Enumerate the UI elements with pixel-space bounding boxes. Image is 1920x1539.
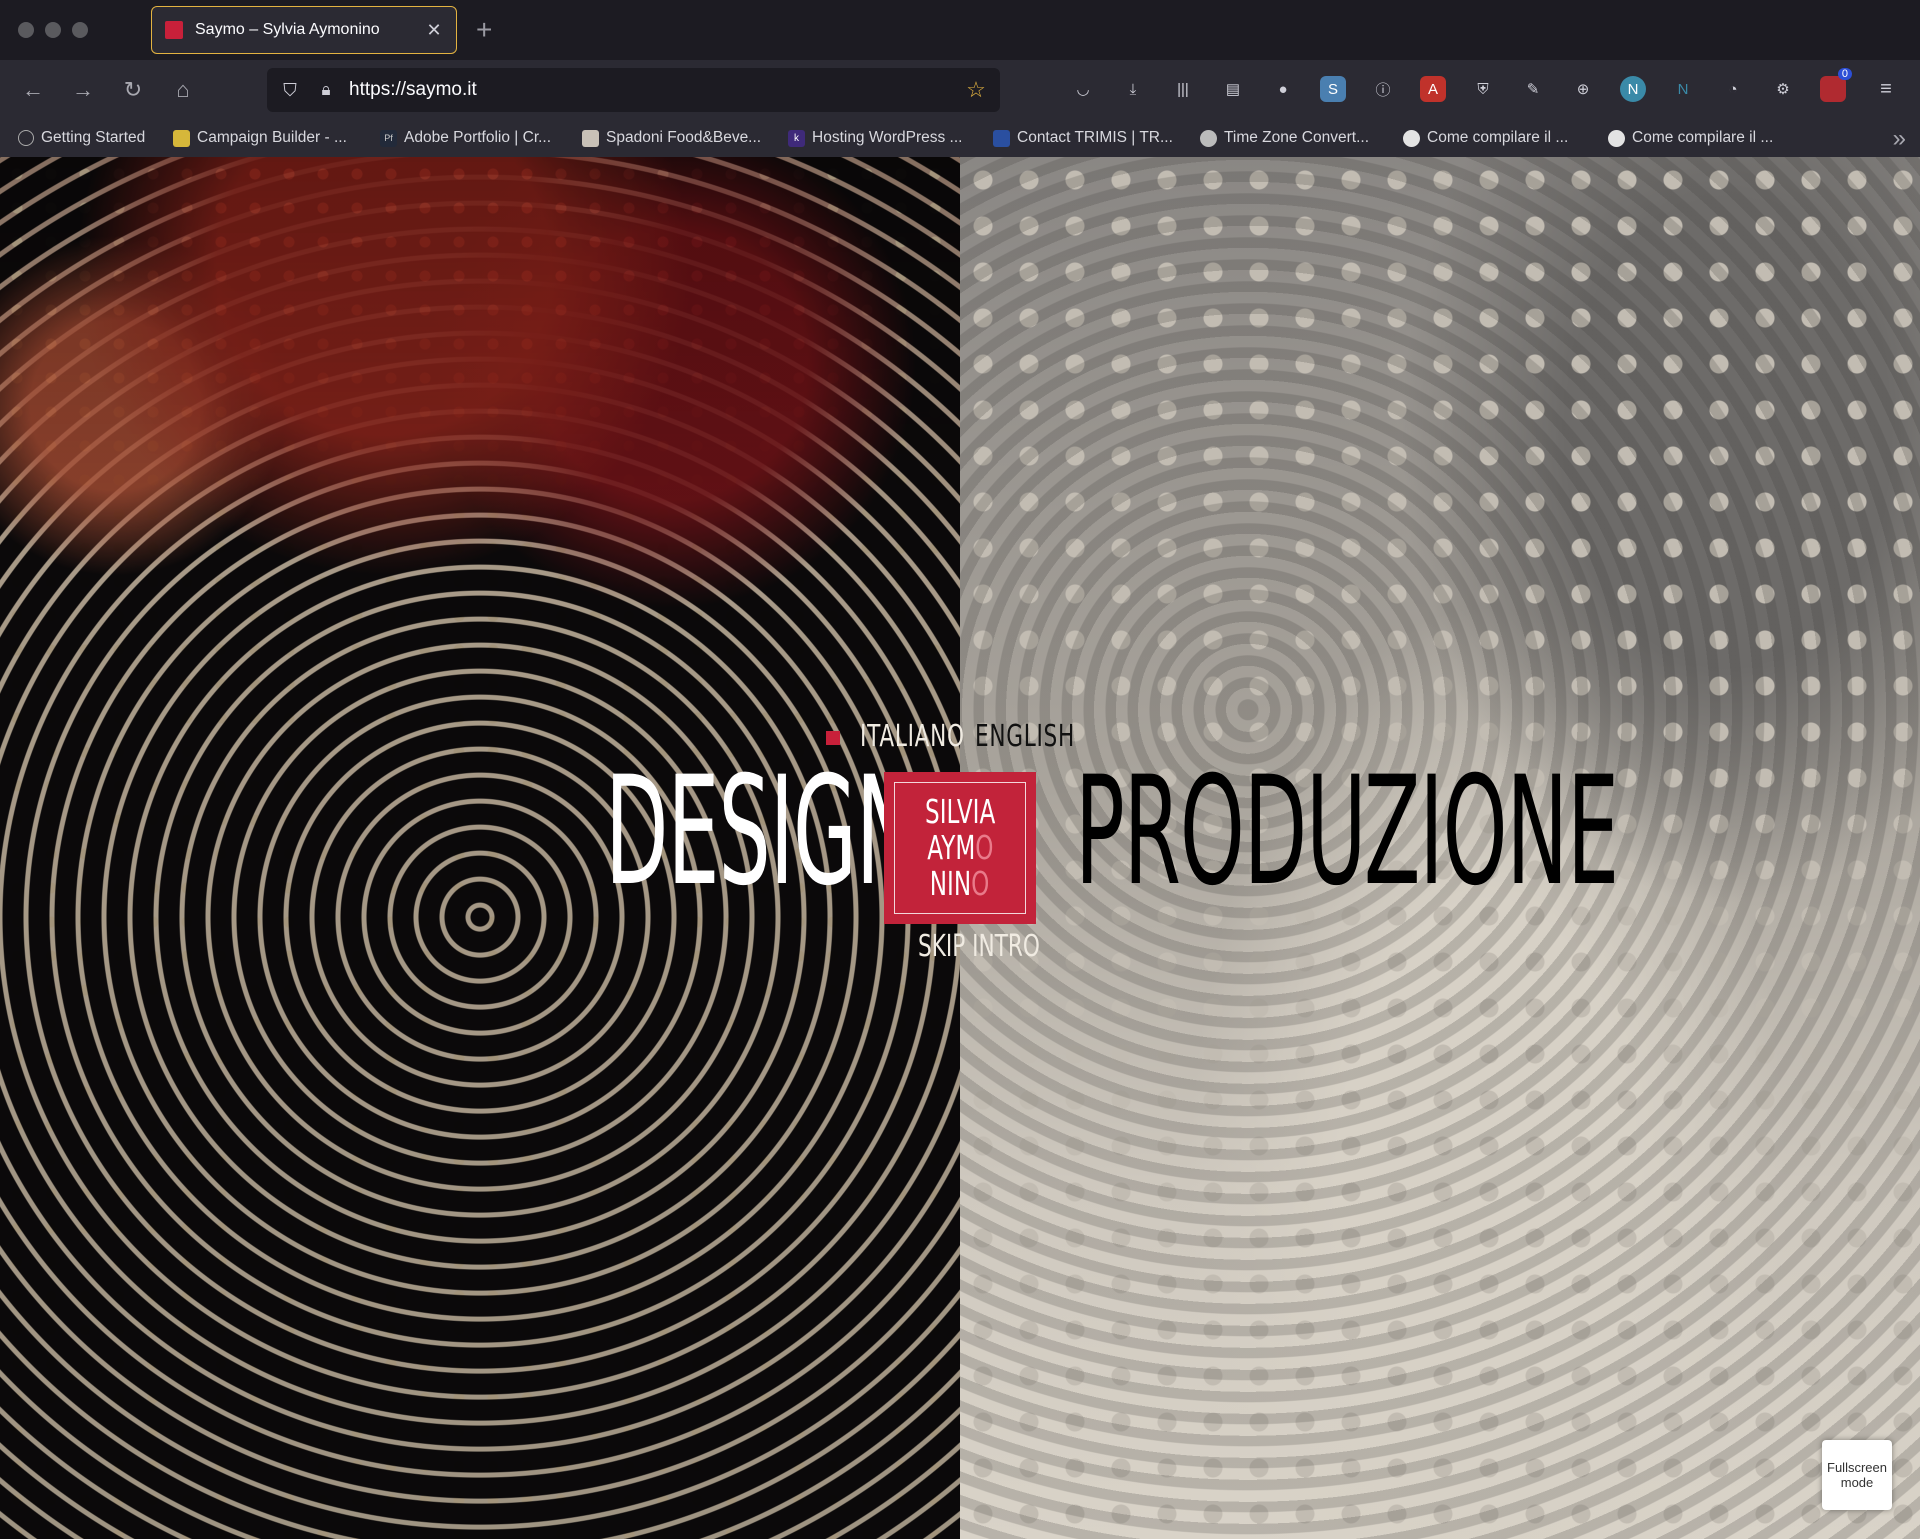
logo-line-1: SILVIA (924, 792, 996, 831)
extension-gear-icon[interactable]: ⚙ (1770, 76, 1796, 102)
saymo-favicon-icon (165, 21, 183, 39)
adobe-portfolio-favicon-icon: Pf (380, 129, 397, 147)
extension-s-icon[interactable]: S (1320, 76, 1346, 102)
reload-icon[interactable]: ↻ (117, 74, 149, 106)
extension-ublock-icon[interactable]: ⛨ (1470, 76, 1496, 102)
design-link[interactable]: DESIGN (605, 757, 918, 907)
tracking-shield-icon[interactable]: ⛉ (279, 79, 301, 101)
browser-tab-active[interactable]: Saymo – Sylvia Aymonino ✕ (151, 6, 457, 54)
minimize-window-button[interactable] (45, 22, 61, 38)
close-window-button[interactable] (18, 22, 34, 38)
home-icon[interactable]: ⌂ (167, 74, 199, 106)
bookmarks-bar: Getting Started Campaign Builder - ... P… (0, 120, 1920, 158)
extension-info-icon[interactable]: ⓘ (1370, 76, 1396, 102)
logo-frame: SILVIA AYMO NINO (894, 782, 1026, 914)
bookmark-item[interactable]: Campaign Builder - ... (173, 129, 347, 147)
skip-intro-link[interactable]: SKIP INTRO (918, 929, 1040, 964)
library-icon[interactable]: ||| (1170, 76, 1196, 102)
extension-pdf-icon[interactable]: A (1420, 76, 1446, 102)
navigation-toolbar: ← → ↻ ⌂ ⛉ 🔒︎ https://saymo.it ☆ ◡ ⤓ ||| … (0, 60, 1920, 120)
hosting-favicon-icon: k (788, 129, 805, 147)
bookmark-item[interactable]: Come compilare il ... (1403, 129, 1568, 147)
title-bar: Saymo – Sylvia Aymonino ✕ + (0, 0, 1920, 60)
extension-pen-icon[interactable]: ✎ (1520, 76, 1546, 102)
downloads-icon[interactable]: ⤓ (1120, 76, 1146, 102)
maximize-window-button[interactable] (72, 22, 88, 38)
extension-n-icon[interactable]: N (1620, 76, 1646, 102)
saymo-logo[interactable]: SILVIA AYMO NINO (884, 772, 1036, 924)
bookmark-item[interactable]: Come compilare il ... (1608, 129, 1773, 147)
hamburger-menu-icon[interactable]: ≡ (1873, 76, 1899, 102)
tab-title: Saymo – Sylvia Aymonino (195, 21, 380, 38)
extension-n-bracket-icon[interactable]: N (1670, 76, 1696, 102)
url-text[interactable]: https://saymo.it (349, 79, 962, 101)
sidebar-icon[interactable]: ▤ (1220, 76, 1246, 102)
extension-globe-icon[interactable]: ◔ (1720, 76, 1746, 102)
bookmark-item[interactable]: Spadoni Food&Beve... (582, 129, 761, 147)
webpage: ITALIANO ENGLISH DESIGN PRODUZIONE SILVI… (0, 157, 1920, 1539)
back-arrow-icon[interactable]: ← (17, 74, 49, 106)
extension-badge-count: 0 (1837, 68, 1852, 80)
address-bar[interactable]: ⛉ 🔒︎ https://saymo.it ☆ (267, 68, 1000, 112)
pocket-icon[interactable]: ◡ (1070, 76, 1096, 102)
trimis-favicon-icon (993, 129, 1010, 147)
globe-icon (18, 130, 34, 146)
bookmark-item[interactable]: Getting Started (18, 129, 145, 147)
google-favicon-icon (1608, 129, 1625, 147)
google-favicon-icon (1403, 129, 1420, 147)
chevron-right-double-icon[interactable]: » (1893, 125, 1906, 153)
bookmark-item[interactable]: Contact TRIMIS | TR... (993, 129, 1173, 147)
produzione-link[interactable]: PRODUZIONE (1075, 757, 1619, 907)
fullscreen-mode-button[interactable]: Fullscreen mode (1822, 1440, 1892, 1510)
lock-icon[interactable]: 🔒︎ (315, 79, 337, 101)
logo-line-3: NINO (930, 864, 990, 903)
close-tab-icon[interactable]: ✕ (422, 20, 446, 41)
bookmark-item[interactable]: k Hosting WordPress ... (788, 129, 962, 147)
language-english-link[interactable]: ENGLISH (975, 719, 1075, 754)
bookmark-item[interactable]: Pf Adobe Portfolio | Cr... (380, 129, 551, 147)
forward-arrow-icon[interactable]: → (67, 74, 99, 106)
extension-mask-icon[interactable]: ● (1270, 76, 1296, 102)
new-tab-plus-icon[interactable]: + (476, 14, 492, 46)
time-zone-favicon-icon (1200, 129, 1217, 147)
logo-line-2: AYMO (926, 828, 994, 867)
extension-badge-icon[interactable]: 0 (1820, 68, 1852, 102)
spadoni-favicon-icon (582, 129, 599, 147)
browser-chrome: Saymo – Sylvia Aymonino ✕ + ← → ↻ ⌂ ⛉ 🔒︎… (0, 0, 1920, 158)
campaign-builder-favicon-icon (173, 129, 190, 147)
bookmark-star-icon[interactable]: ☆ (962, 77, 990, 103)
active-language-marker (826, 731, 840, 745)
bookmark-item[interactable]: Time Zone Convert... (1200, 129, 1369, 147)
extension-target-icon[interactable]: ⊕ (1570, 76, 1596, 102)
